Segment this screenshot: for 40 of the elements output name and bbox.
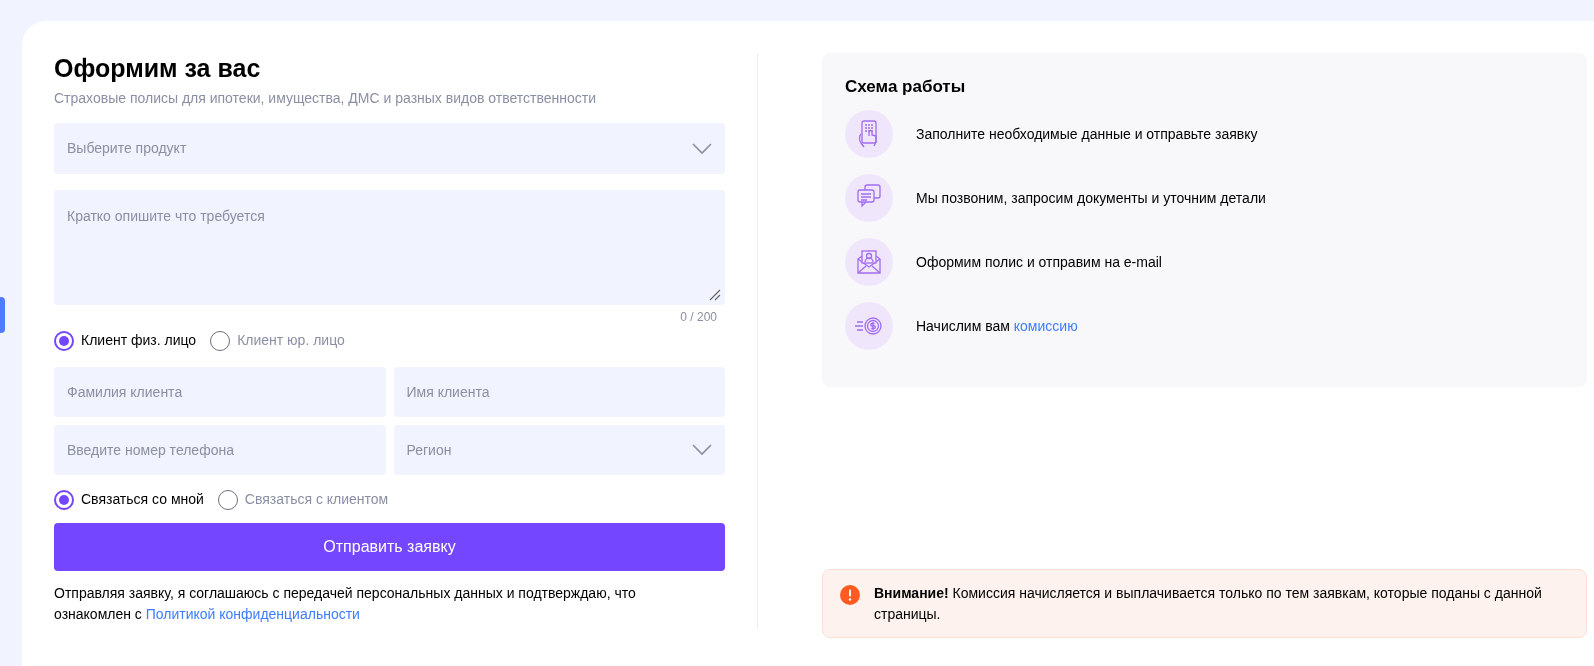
chat-step-icon xyxy=(845,174,893,222)
region-select[interactable]: Регион xyxy=(393,425,725,475)
scheme-title: Схема работы xyxy=(845,76,967,98)
submit-button[interactable]: Отправить заявку xyxy=(54,523,725,571)
field-placeholder: Введите номер телефона xyxy=(67,440,234,460)
input-field[interactable]: Имя клиента xyxy=(393,367,725,417)
commission-link[interactable]: комиссию xyxy=(1013,317,1078,334)
character-counter: 0 / 200 xyxy=(680,309,717,326)
form-title: Оформим за вас xyxy=(54,53,261,83)
description-field[interactable]: Кратко опишите что требуется xyxy=(54,190,725,305)
chevron-down-icon xyxy=(692,444,712,456)
coin-step-icon xyxy=(845,302,893,350)
consent-text: Отправляя заявку, я соглашаюсь с передачей персональных данных и подтверждаю, что ознакомлен с Политикой конфиденциальности xyxy=(54,584,637,624)
field-placeholder: Кратко опишите что требуется xyxy=(67,208,265,224)
step-text: Начислим вам комиссию xyxy=(916,316,1078,336)
step-text: Заполните необходимые данные и отправьте заявку xyxy=(916,124,1258,144)
resize-handle-icon xyxy=(709,289,721,301)
radio-label: Связаться со мной xyxy=(81,490,204,509)
phone-step-icon xyxy=(845,110,893,158)
field-placeholder: Имя клиента xyxy=(406,382,490,402)
field-placeholder: Регион xyxy=(406,440,452,460)
field-placeholder: Фамилия клиента xyxy=(67,382,183,402)
privacy-policy-link[interactable]: Политикой конфиденциальности xyxy=(145,606,360,622)
select-placeholder: Выберите продукт xyxy=(67,139,187,158)
warning-icon xyxy=(840,585,860,605)
step-text: Мы позвоним, запросим документы и уточним детали xyxy=(916,188,1266,208)
chevron-down-icon xyxy=(692,142,712,155)
input-field[interactable]: Фамилия клиента xyxy=(54,367,386,417)
notice-text: Внимание! Комиссия начисляется и выплачивается только по тем заявкам, которые поданы с данной страницы. xyxy=(874,584,1543,624)
radio-label: Клиент физ. лицо xyxy=(81,331,197,350)
input-field[interactable]: Введите номер телефона xyxy=(54,425,386,475)
mail-step-icon xyxy=(845,238,893,286)
radio-button[interactable] xyxy=(54,489,74,510)
form-subtitle: Страховые полисы для ипотеки, имущества, ДМС и разных видов ответственности xyxy=(54,89,596,108)
left-edge-tab[interactable] xyxy=(0,297,5,333)
radio-button[interactable] xyxy=(54,330,74,351)
product-select[interactable]: Выберите продукт xyxy=(54,123,725,174)
step-text: Оформим полис и отправим на e-mail xyxy=(916,252,1162,272)
radio-label: Клиент юр. лицо xyxy=(237,331,345,350)
radio-label: Связаться с клиентом xyxy=(244,490,389,509)
